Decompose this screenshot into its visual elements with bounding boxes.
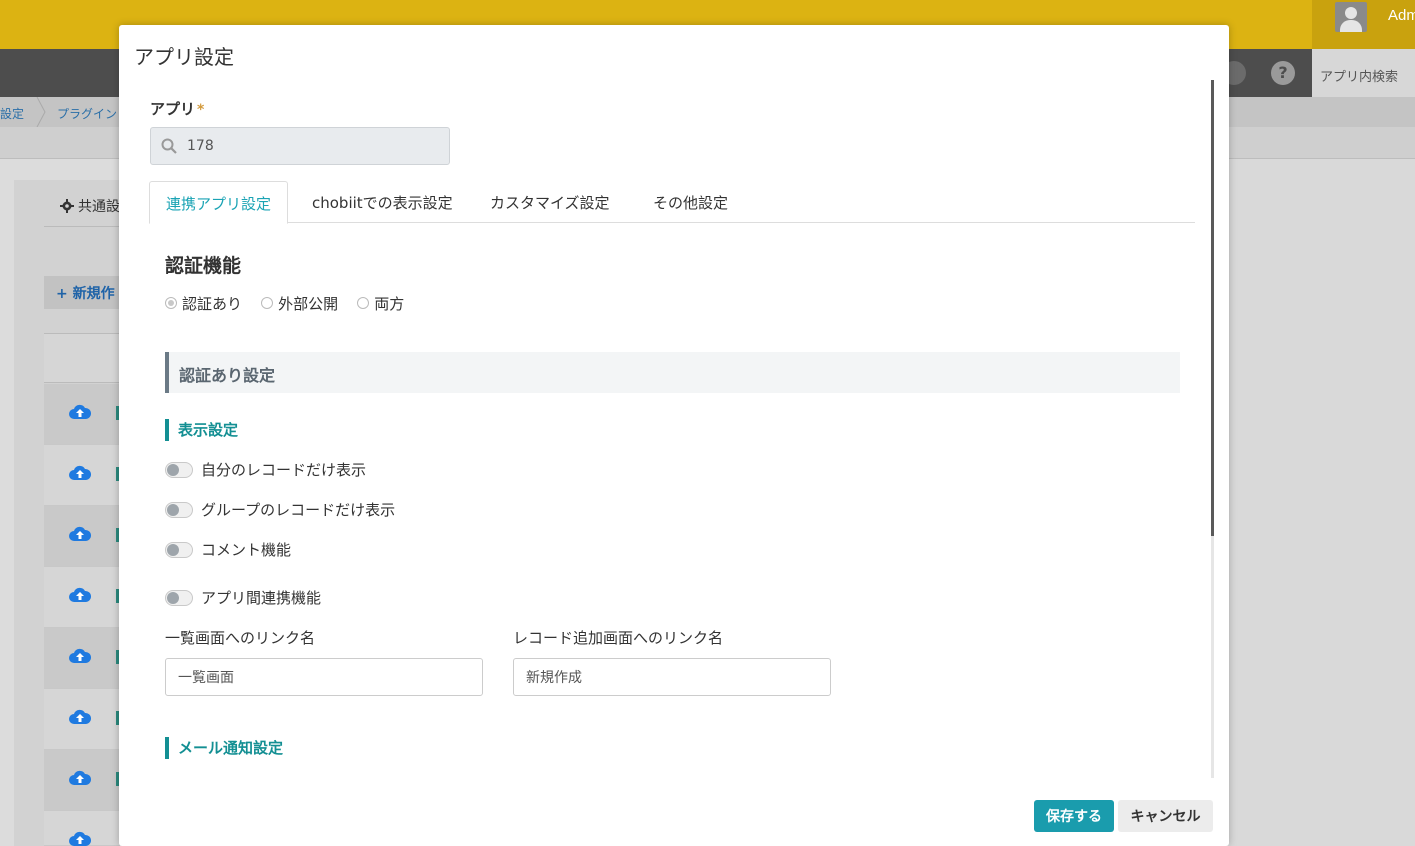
toggle-label: アプリ間連携機能 — [201, 589, 322, 607]
toggle-row-app-link[interactable]: アプリ間連携機能 — [165, 587, 321, 609]
tab-linked-app-settings[interactable]: 連携アプリ設定 — [149, 181, 289, 224]
new-create-button[interactable]: + 新規作 — [44, 276, 120, 309]
auth-radio-group: 認証あり 外部公開 両方 — [165, 293, 418, 315]
table-row[interactable] — [44, 689, 120, 750]
cloud-upload-icon[interactable] — [69, 465, 91, 480]
radio-public[interactable]: 外部公開 — [261, 293, 338, 314]
cloud-upload-icon[interactable] — [69, 526, 91, 541]
table-row[interactable] — [44, 506, 120, 567]
cancel-button[interactable]: キャンセル — [1118, 800, 1213, 832]
gear-icon — [60, 199, 74, 213]
table-row[interactable] — [44, 445, 120, 506]
required-mark: * — [197, 102, 205, 118]
toggle-switch[interactable] — [165, 501, 193, 518]
toggle-row-own-records[interactable]: 自分のレコードだけ表示 — [165, 459, 366, 481]
radio-label: 外部公開 — [278, 295, 339, 313]
add-link-input[interactable] — [513, 658, 831, 696]
table-row[interactable] — [44, 567, 120, 628]
app-settings-modal: アプリ設定 アプリ* 連携アプリ設定 chobiitでの表示設定 カスタマイズ設… — [119, 25, 1229, 846]
toggle-row-group-records[interactable]: グループのレコードだけ表示 — [165, 499, 395, 521]
cloud-upload-icon[interactable] — [69, 648, 91, 663]
mail-settings-title: メール通知設定 — [165, 737, 283, 759]
toggle-switch[interactable] — [165, 589, 193, 606]
common-settings-label: 共通設 — [78, 199, 120, 215]
breadcrumb-plugin[interactable]: プラグイン — [57, 105, 117, 122]
app-search-field[interactable] — [150, 127, 450, 165]
table-row[interactable] — [44, 628, 120, 689]
common-settings-link[interactable]: 共通設 — [60, 196, 120, 216]
table-row[interactable] — [44, 750, 120, 811]
radio-label: 両方 — [374, 295, 405, 313]
table-row[interactable] — [44, 811, 120, 846]
help-icon[interactable]: ? — [1271, 61, 1295, 85]
right-background-area — [1229, 159, 1415, 846]
list-link-label: 一覧画面へのリンク名 — [165, 629, 316, 647]
app-search-link[interactable]: アプリ内検索 — [1312, 49, 1415, 97]
app-field-label: アプリ * — [150, 98, 204, 119]
username[interactable]: Adm — [1388, 7, 1415, 24]
cloud-upload-icon[interactable] — [69, 404, 91, 419]
cloud-upload-icon[interactable] — [69, 709, 91, 724]
scrollbar-thumb[interactable] — [1211, 80, 1214, 536]
tab-chobiit-display-settings[interactable]: chobiitでの表示設定 — [296, 181, 469, 223]
radio-auth-required[interactable]: 認証あり — [165, 293, 242, 314]
auth-settings-header: 認証あり設定 — [165, 352, 1180, 393]
settings-tabs: 連携アプリ設定 chobiitでの表示設定 カスタマイズ設定 その他設定 — [149, 181, 1195, 224]
radio-both[interactable]: 両方 — [357, 293, 404, 314]
radio-circle-icon[interactable] — [261, 296, 274, 309]
modal-scrollbar[interactable] — [1211, 80, 1214, 778]
toggle-label: コメント機能 — [201, 541, 292, 559]
radio-label: 認証あり — [182, 295, 243, 313]
app-search-input[interactable] — [187, 136, 437, 156]
cloud-upload-icon[interactable] — [69, 770, 91, 785]
add-link-label: レコード追加画面へのリンク名 — [513, 629, 724, 647]
radio-circle-icon[interactable] — [165, 296, 177, 309]
toggle-row-comment[interactable]: コメント機能 — [165, 539, 291, 561]
list-link-input[interactable] — [165, 658, 483, 696]
breadcrumb-separator-icon — [36, 97, 46, 127]
tab-customize-settings[interactable]: カスタマイズ設定 — [474, 181, 626, 223]
toggle-switch[interactable] — [165, 461, 193, 478]
toggle-label: 自分のレコードだけ表示 — [201, 461, 367, 479]
divider — [44, 226, 120, 227]
table-header — [44, 333, 120, 383]
table-row[interactable] — [44, 384, 120, 445]
toggle-switch[interactable] — [165, 541, 193, 558]
app-field-label-text: アプリ — [150, 100, 196, 118]
breadcrumb-settings[interactable]: 設定 — [0, 105, 24, 122]
user-avatar-icon[interactable] — [1335, 2, 1367, 32]
toggle-label: グループのレコードだけ表示 — [201, 501, 396, 519]
auth-function-title: 認証機能 — [165, 255, 242, 277]
display-settings-title: 表示設定 — [165, 419, 238, 441]
search-icon — [161, 138, 177, 154]
cloud-upload-icon[interactable] — [69, 831, 91, 846]
radio-circle-icon[interactable] — [357, 296, 370, 309]
save-button[interactable]: 保存する — [1034, 800, 1114, 832]
modal-title: アプリ設定 — [134, 45, 234, 69]
cloud-upload-icon[interactable] — [69, 587, 91, 602]
tab-other-settings[interactable]: その他設定 — [637, 181, 744, 223]
